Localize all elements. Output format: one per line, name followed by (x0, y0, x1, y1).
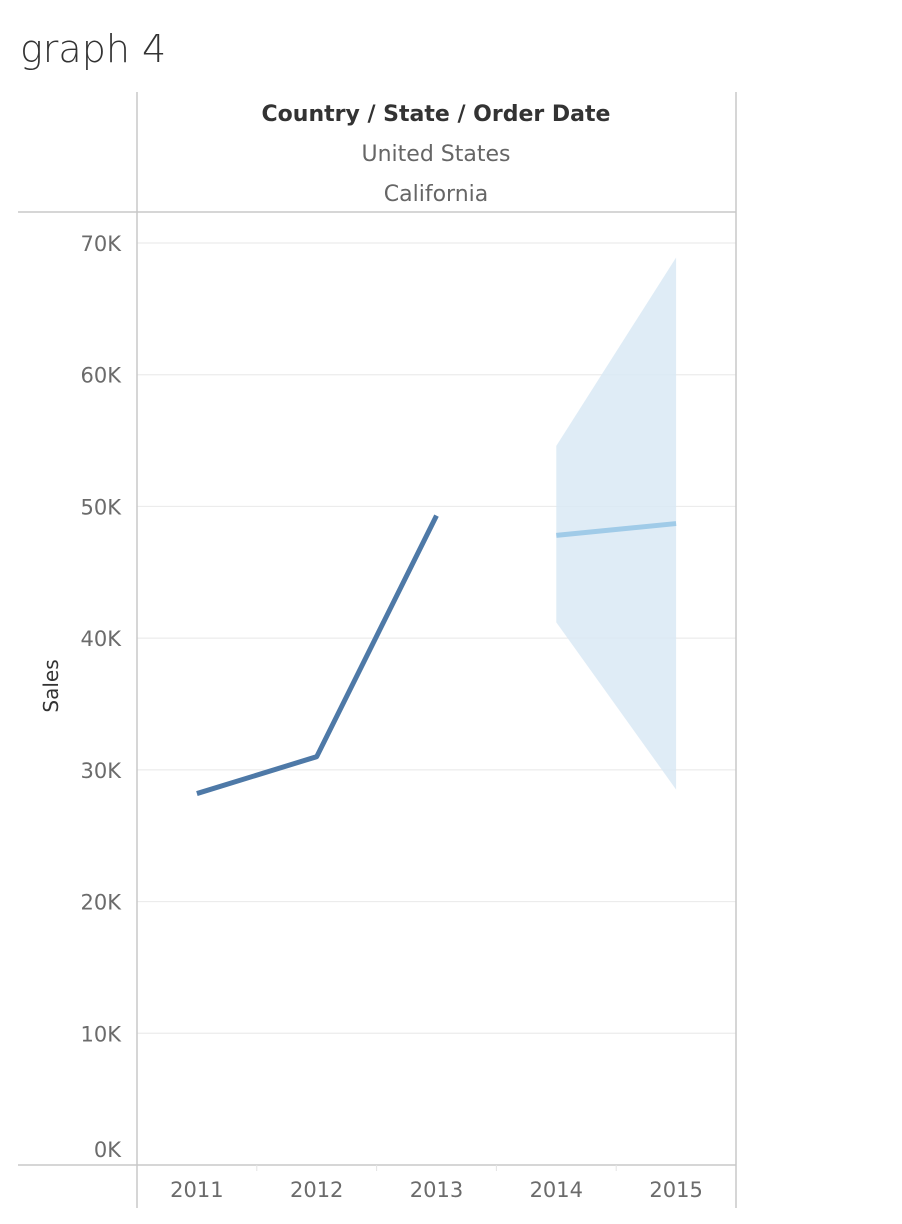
actual-sales-line (196, 514, 439, 796)
y-tick-label: 0K (94, 1138, 122, 1162)
y-axis-title: Sales (39, 659, 63, 712)
y-tick-label: 70K (81, 232, 123, 256)
y-tick-label: 50K (81, 495, 123, 519)
y-tick-label: 10K (81, 1022, 123, 1046)
x-tick-label: 2013 (410, 1178, 463, 1202)
y-tick-label: 40K (81, 627, 123, 651)
y-tick-label: 60K (81, 364, 123, 388)
y-tick-label: 20K (81, 891, 123, 915)
y-axis-ticks: 0K 10K 20K 30K 40K 50K 60K 70K (81, 232, 123, 1162)
header-title: Country / State / Order Date (262, 102, 611, 127)
x-tick-label: 2012 (290, 1178, 343, 1202)
y-tick-label: 30K (81, 759, 123, 783)
x-tick-label: 2014 (530, 1178, 583, 1202)
header-state: California (384, 182, 488, 207)
chart-canvas: graph 4 Country / State / Order Date Uni… (18, 27, 737, 1208)
x-axis-ticks: 2011 2012 2013 2014 2015 (170, 1178, 703, 1202)
header-country: United States (362, 142, 511, 167)
page-title: graph 4 (20, 27, 166, 71)
x-tick-label: 2015 (649, 1178, 702, 1202)
x-tick-label: 2011 (170, 1178, 223, 1202)
